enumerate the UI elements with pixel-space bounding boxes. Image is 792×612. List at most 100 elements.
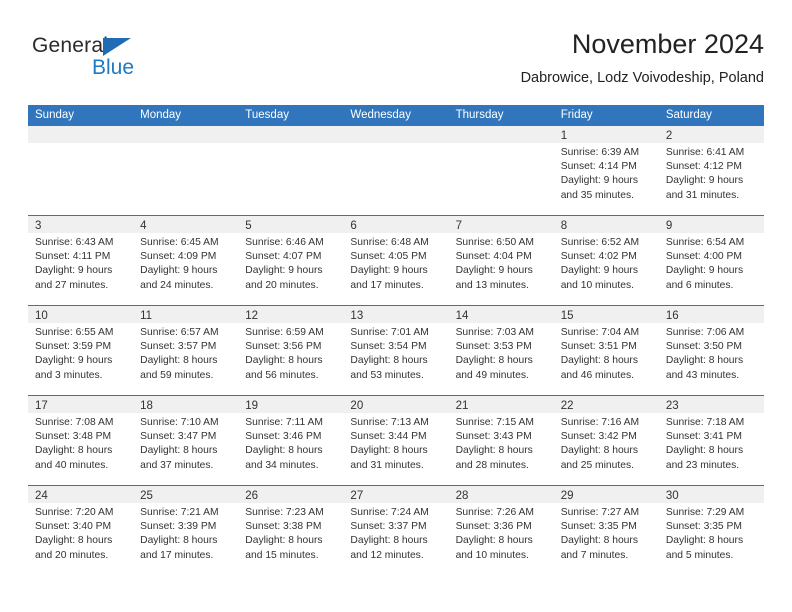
calendar-day-cell[interactable]: 27 Sunrise: 7:24 AM Sunset: 3:37 PM Dayligh…: [343, 486, 449, 575]
weekday-header-friday: Friday: [560, 109, 593, 121]
day-number-band: 7: [448, 216, 554, 233]
day-number: 28: [455, 490, 469, 502]
day-info-line: Sunrise: 7:13 AM: [350, 417, 429, 428]
day-info-line: Daylight: 8 hours: [350, 535, 428, 547]
calendar-day-cell[interactable]: 3 Sunrise: 6:43 AM Sunset: 4:11 PM Daylight…: [28, 216, 134, 305]
day-number-band: 6: [343, 216, 449, 233]
calendar-day-cell[interactable]: 2 Sunrise: 6:41 AM Sunset: 4:12 PM Daylight…: [658, 126, 764, 215]
day-info-line: and 3 minutes.: [35, 369, 103, 381]
calendar-day-cell[interactable]: 25 Sunrise: 7:21 AM Sunset: 3:39 PM Dayligh…: [133, 486, 239, 575]
calendar-day-cell[interactable]: 12 Sunrise: 6:59 AM Sunset: 3:56 PM Dayligh…: [238, 306, 344, 395]
day-info-line: Daylight: 9 hours: [455, 265, 533, 277]
calendar-day-cell[interactable]: 9 Sunrise: 6:54 AM Sunset: 4:00 PM Daylight…: [658, 216, 764, 305]
calendar-day-cell[interactable]: 18 Sunrise: 7:10 AM Sunset: 3:47 PM Dayligh…: [133, 396, 239, 485]
calendar-day-cell[interactable]: 24 Sunrise: 7:20 AM Sunset: 3:40 PM Dayligh…: [28, 486, 134, 575]
day-number: 22: [560, 400, 574, 412]
day-sun-info: Sunrise: 6:46 AM Sunset: 4:07 PM Daylight:…: [238, 233, 343, 293]
day-info-line: Daylight: 8 hours: [35, 535, 113, 547]
day-info-line: Daylight: 9 hours: [665, 265, 744, 277]
day-info-line: and 13 minutes.: [455, 279, 529, 291]
day-number: 7: [455, 220, 462, 232]
day-number: 5: [245, 220, 252, 232]
day-info-line: Daylight: 8 hours: [560, 355, 638, 367]
day-info-line: Sunrise: 6:43 AM: [35, 237, 114, 248]
general-blue-logo[interactable]: General Blue: [32, 34, 232, 90]
calendar-day-cell[interactable]: 23 Sunrise: 7:18 AM Sunset: 3:41 PM Dayligh…: [658, 396, 764, 485]
day-number-band: 18: [133, 396, 239, 413]
day-number: 21: [455, 400, 469, 412]
calendar-day-cell[interactable]: 26 Sunrise: 7:23 AM Sunset: 3:38 PM Dayligh…: [238, 486, 344, 575]
day-info-line: Daylight: 8 hours: [665, 355, 744, 367]
day-number-band: 27: [343, 486, 449, 503]
day-number: 20: [350, 400, 364, 412]
day-sun-info: Sunrise: 6:52 AM Sunset: 4:02 PM Daylight:…: [554, 233, 659, 293]
day-info-line: Sunrise: 7:29 AM: [665, 507, 745, 518]
calendar-day-cell[interactable]: 10 Sunrise: 6:55 AM Sunset: 3:59 PM Dayligh…: [28, 306, 134, 395]
calendar-day-cell[interactable]: 17 Sunrise: 7:08 AM Sunset: 3:48 PM Dayligh…: [28, 396, 134, 485]
day-info-line: Sunrise: 6:55 AM: [35, 327, 114, 338]
calendar-day-cell[interactable]: 21 Sunrise: 7:15 AM Sunset: 3:43 PM Dayligh…: [448, 396, 554, 485]
day-info-line: Sunset: 3:53 PM: [455, 341, 532, 353]
day-info-line: Sunset: 4:14 PM: [560, 161, 637, 173]
calendar-day-cell[interactable]: 13 Sunrise: 7:01 AM Sunset: 3:54 PM Dayligh…: [343, 306, 449, 395]
day-number-band: 25: [133, 486, 239, 503]
day-info-line: and 34 minutes.: [245, 459, 319, 471]
day-info-line: and 56 minutes.: [245, 369, 319, 381]
calendar-day-cell[interactable]: 14 Sunrise: 7:03 AM Sunset: 3:53 PM Dayligh…: [448, 306, 554, 395]
calendar-day-cell[interactable]: 8 Sunrise: 6:52 AM Sunset: 4:02 PM Daylight…: [553, 216, 659, 305]
calendar-day-cell[interactable]: 1 Sunrise: 6:39 AM Sunset: 4:14 PM Daylight…: [553, 126, 659, 215]
day-info-line: Sunset: 3:50 PM: [665, 341, 742, 353]
day-number: 26: [245, 490, 259, 502]
day-number: 11: [140, 310, 153, 322]
day-info-line: and 31 minutes.: [350, 459, 424, 471]
day-number-band: 4: [133, 216, 239, 233]
day-info-line: and 15 minutes.: [245, 549, 319, 561]
day-info-line: Sunset: 4:12 PM: [665, 161, 742, 173]
weekday-header-thursday: Thursday: [455, 109, 504, 121]
calendar-day-cell[interactable]: 15 Sunrise: 7:04 AM Sunset: 3:51 PM Dayligh…: [553, 306, 659, 395]
day-info-line: and 10 minutes.: [560, 279, 634, 291]
day-number-band: 16: [658, 306, 764, 323]
page-header: General Blue November 2024 Dabrowice, Lo…: [28, 28, 764, 96]
day-info-line: Daylight: 8 hours: [455, 535, 533, 547]
day-sun-info: Sunrise: 7:18 AM Sunset: 3:41 PM Daylight:…: [659, 413, 764, 473]
calendar-day-cell[interactable]: 7 Sunrise: 6:50 AM Sunset: 4:04 PM Daylight…: [448, 216, 554, 305]
day-number: 17: [35, 400, 48, 412]
day-info-line: and 35 minutes.: [560, 189, 634, 201]
calendar-day-cell[interactable]: 19 Sunrise: 7:11 AM Sunset: 3:46 PM Dayligh…: [238, 396, 344, 485]
calendar-day-cell[interactable]: 11 Sunrise: 6:57 AM Sunset: 3:57 PM Dayligh…: [133, 306, 239, 395]
day-sun-info: Sunrise: 7:27 AM Sunset: 3:35 PM Daylight:…: [554, 503, 659, 563]
day-info-line: Sunrise: 7:26 AM: [455, 507, 534, 518]
calendar-day-cell[interactable]: 30 Sunrise: 7:29 AM Sunset: 3:35 PM Dayligh…: [658, 486, 764, 575]
day-info-line: Sunset: 3:44 PM: [350, 431, 427, 443]
day-info-line: and 12 minutes.: [350, 549, 424, 561]
day-number: 19: [245, 400, 259, 412]
calendar-day-cell-empty: [238, 126, 344, 215]
day-info-line: and 40 minutes.: [35, 459, 109, 471]
calendar-day-cell[interactable]: 22 Sunrise: 7:16 AM Sunset: 3:42 PM Dayligh…: [553, 396, 659, 485]
day-info-line: Daylight: 9 hours: [560, 175, 638, 187]
calendar-day-cell[interactable]: 20 Sunrise: 7:13 AM Sunset: 3:44 PM Dayligh…: [343, 396, 449, 485]
day-number: 4: [140, 220, 147, 232]
day-sun-info: Sunrise: 7:21 AM Sunset: 3:39 PM Daylight:…: [133, 503, 238, 563]
calendar-day-cell[interactable]: 5 Sunrise: 6:46 AM Sunset: 4:07 PM Daylight…: [238, 216, 344, 305]
calendar-day-cell[interactable]: 29 Sunrise: 7:27 AM Sunset: 3:35 PM Dayligh…: [553, 486, 659, 575]
day-info-line: Daylight: 8 hours: [245, 355, 323, 367]
calendar-day-cell[interactable]: 4 Sunrise: 6:45 AM Sunset: 4:09 PM Daylight…: [133, 216, 239, 305]
day-info-line: Daylight: 8 hours: [35, 445, 113, 457]
day-info-line: and 49 minutes.: [455, 369, 529, 381]
day-info-line: Sunset: 3:57 PM: [140, 341, 217, 353]
day-number-band: 20: [343, 396, 449, 413]
day-sun-info: Sunrise: 6:54 AM Sunset: 4:00 PM Daylight:…: [659, 233, 764, 293]
day-info-line: and 20 minutes.: [245, 279, 319, 291]
day-info-line: Sunset: 3:39 PM: [140, 521, 217, 533]
day-sun-info: Sunrise: 7:15 AM Sunset: 3:43 PM Daylight:…: [449, 413, 554, 473]
weekday-header-wednesday: Wednesday: [350, 109, 411, 121]
day-info-line: Sunrise: 6:52 AM: [560, 237, 640, 248]
day-info-line: Sunset: 4:00 PM: [665, 251, 742, 263]
calendar-day-cell[interactable]: 16 Sunrise: 7:06 AM Sunset: 3:50 PM Dayligh…: [658, 306, 764, 395]
day-info-line: Sunrise: 6:41 AM: [665, 147, 745, 158]
calendar-day-cell[interactable]: 6 Sunrise: 6:48 AM Sunset: 4:05 PM Daylight…: [343, 216, 449, 305]
day-number-band: 8: [553, 216, 659, 233]
calendar-day-cell[interactable]: 28 Sunrise: 7:26 AM Sunset: 3:36 PM Dayligh…: [448, 486, 554, 575]
